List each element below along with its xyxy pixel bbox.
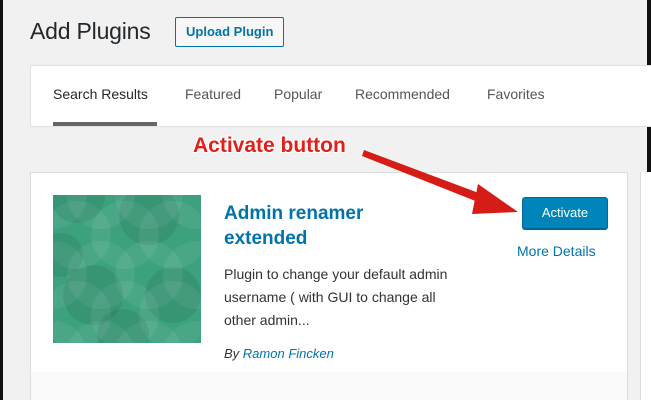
plugin-description: Plugin to change your default admin user… [224, 266, 448, 328]
plugin-filter-tabs: Search Results Featured Popular Recommen… [30, 65, 651, 127]
tab-popular[interactable]: Popular [274, 86, 322, 102]
plugin-thumbnail [53, 195, 201, 343]
more-details-link[interactable]: More Details [517, 243, 596, 259]
tab-search-results[interactable]: Search Results [53, 86, 148, 102]
author-prefix: By [224, 346, 240, 361]
current-tab-indicator [53, 122, 157, 126]
annotation-label: Activate button [193, 134, 346, 157]
plugin-card-footer [30, 372, 628, 400]
tab-recommended[interactable]: Recommended [355, 86, 450, 102]
window-border-left [0, 0, 3, 400]
author-link[interactable]: Ramon Fincken [243, 346, 334, 361]
activate-button[interactable]: Activate [522, 197, 608, 229]
next-plugin-card-edge [640, 172, 651, 400]
upload-plugin-button[interactable]: Upload Plugin [175, 17, 285, 47]
plugin-card: Admin renamer extended Plugin to change … [30, 172, 628, 374]
annotation-arrow-icon [362, 150, 518, 214]
page-title: Add Plugins [30, 18, 151, 44]
tab-favorites[interactable]: Favorites [487, 86, 545, 102]
tab-featured[interactable]: Featured [185, 86, 241, 102]
plugin-author: By Ramon Fincken [224, 346, 334, 361]
